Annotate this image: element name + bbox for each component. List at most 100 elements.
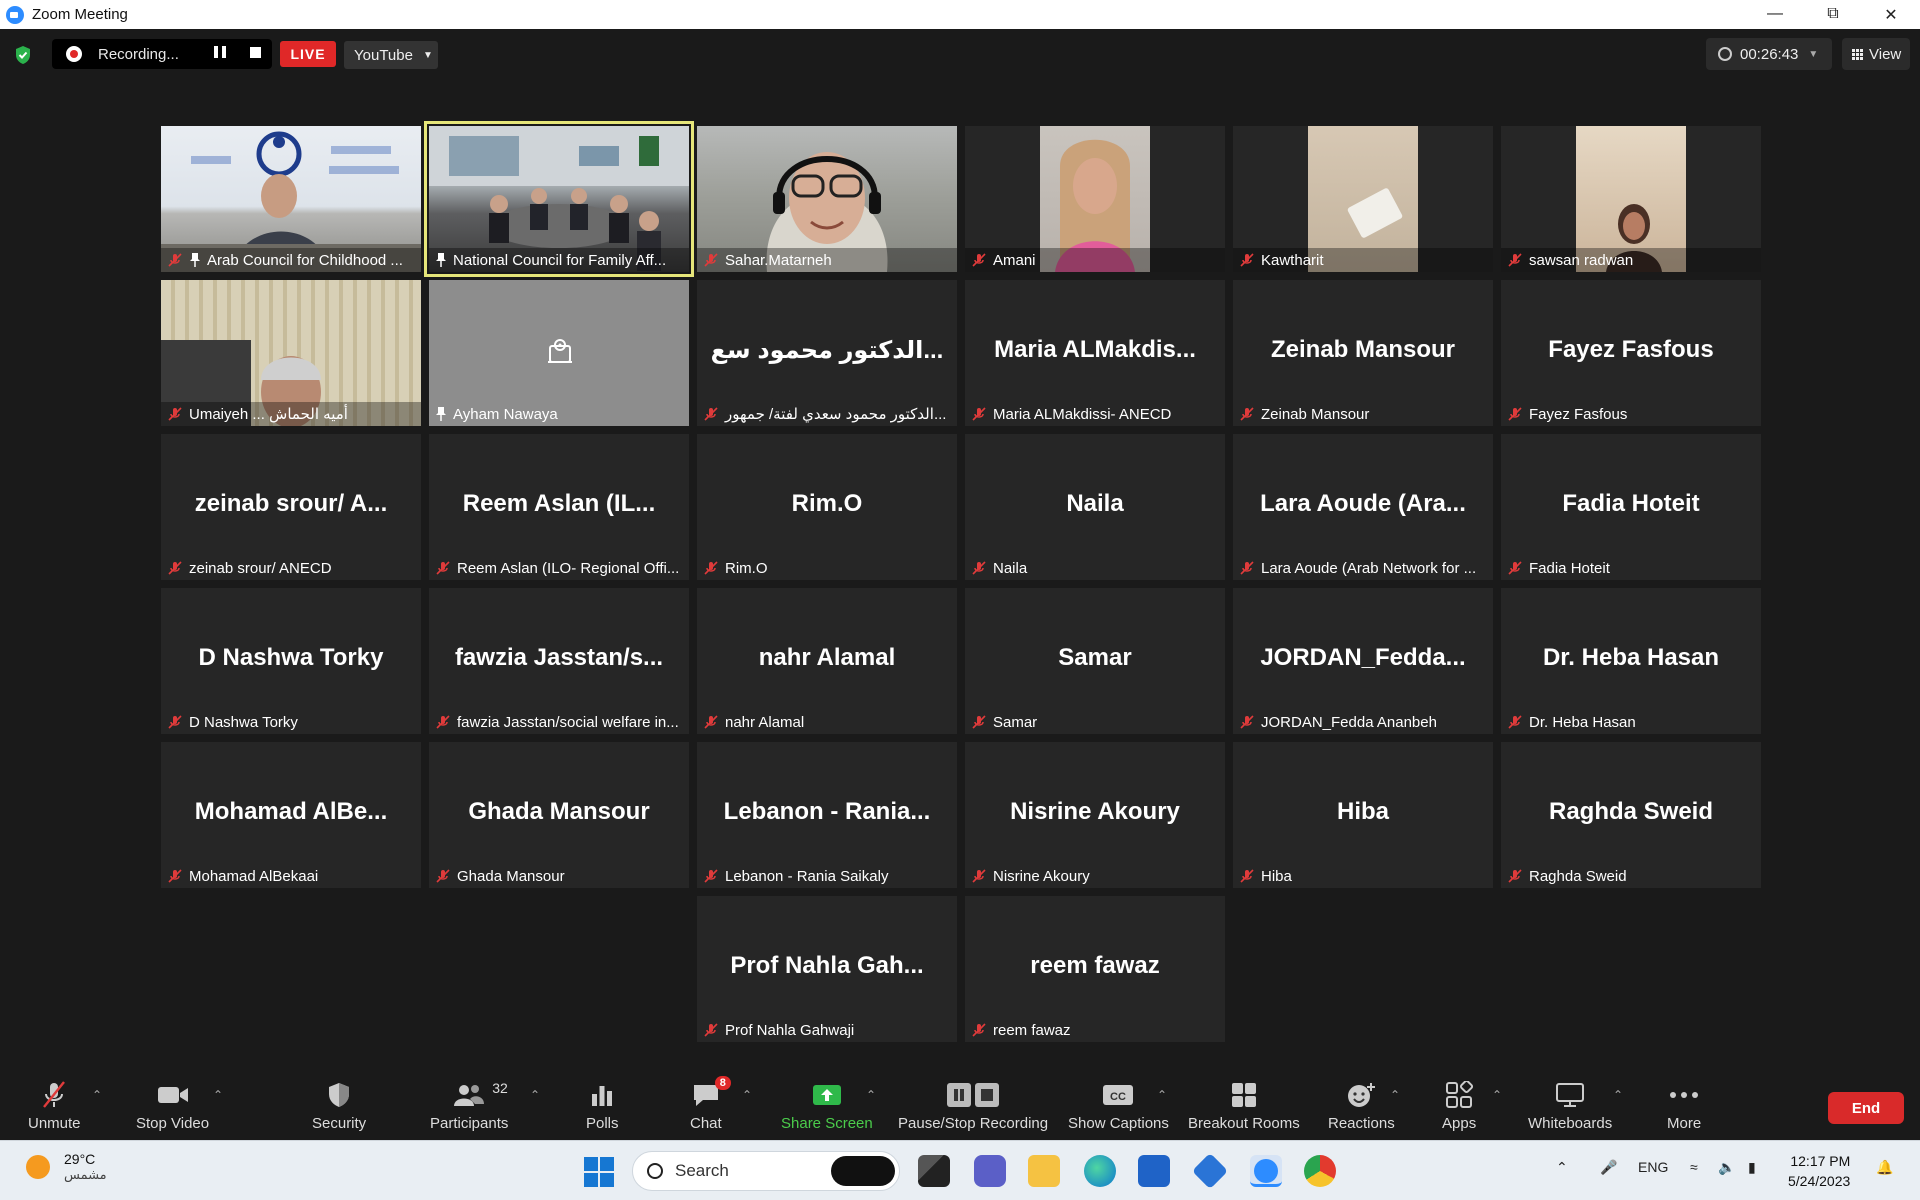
volume-icon[interactable]: 🔈 — [1718, 1159, 1735, 1176]
participant-tile[interactable]: zeinab srour/ A... zeinab srour/ ANECD — [161, 434, 421, 580]
minimize-button[interactable]: — — [1746, 5, 1804, 25]
meeting-timer[interactable]: 00:26:43 ▼ — [1706, 38, 1832, 70]
participant-tile[interactable]: Dr. Heba Hasan Dr. Heba Hasan — [1501, 588, 1761, 734]
wifi-icon[interactable]: ≈ — [1690, 1159, 1698, 1175]
participant-name-label: Reem Aslan (ILO- Regional Offi... — [429, 556, 689, 580]
participant-tile[interactable]: Ayham Nawaya — [429, 280, 689, 426]
participant-tile[interactable]: Reem Aslan (IL... Reem Aslan (ILO- Regio… — [429, 434, 689, 580]
share-screen-button[interactable]: Share Screen — [781, 1080, 873, 1132]
chat-button[interactable]: 8 Chat — [690, 1076, 731, 1132]
taskbar-clock[interactable]: 12:17 PM 5/24/2023 — [1788, 1151, 1850, 1191]
weather-widget[interactable]: 29°C مشمس — [26, 1151, 107, 1183]
participant-tile[interactable]: Arab Council for Childhood ... — [161, 126, 421, 272]
live-badge[interactable]: LIVE — [280, 41, 336, 67]
captions-options-caret-icon[interactable]: ⌃ — [1157, 1088, 1167, 1102]
participant-tile[interactable]: Ghada Mansour Ghada Mansour — [429, 742, 689, 888]
participant-tile[interactable]: Umaiyeh ... أميه الحماش — [161, 280, 421, 426]
participant-tile[interactable]: Lebanon - Rania... Lebanon - Rania Saika… — [697, 742, 957, 888]
share-options-caret-icon[interactable]: ⌃ — [866, 1088, 876, 1102]
participants-label: Participants — [430, 1115, 509, 1132]
participant-display-name: Lara Aoude (Ara... — [1260, 490, 1466, 517]
edge-browser-icon[interactable] — [1084, 1155, 1116, 1187]
participant-tile[interactable]: JORDAN_Fedda... JORDAN_Fedda Ananbeh — [1233, 588, 1493, 734]
clock-icon — [1718, 47, 1732, 61]
participant-tile[interactable]: Fayez Fasfous Fayez Fasfous — [1501, 280, 1761, 426]
file-explorer-icon[interactable] — [1028, 1155, 1060, 1187]
stream-target-dropdown[interactable]: YouTube ▼ — [344, 41, 438, 69]
participants-button[interactable]: 32 Participants — [430, 1080, 508, 1132]
app-cube-icon[interactable] — [1191, 1152, 1229, 1190]
breakout-rooms-button[interactable]: Breakout Rooms — [1188, 1080, 1300, 1132]
view-button[interactable]: View — [1842, 38, 1910, 70]
notifications-icon[interactable]: 🔔 — [1876, 1159, 1893, 1176]
apps-options-caret-icon[interactable]: ⌃ — [1492, 1088, 1502, 1102]
taskbar-search[interactable]: Search — [632, 1151, 900, 1191]
video-options-caret-icon[interactable]: ⌃ — [213, 1088, 223, 1102]
end-meeting-button[interactable]: End — [1828, 1092, 1904, 1124]
participant-tile[interactable]: Prof Nahla Gah... Prof Nahla Gahwaji — [697, 896, 957, 1042]
input-language[interactable]: ENG — [1638, 1159, 1668, 1175]
mic-muted-icon — [972, 407, 986, 421]
participant-tile[interactable]: Hiba Hiba — [1233, 742, 1493, 888]
participant-tile[interactable]: Lara Aoude (Ara... Lara Aoude (Arab Netw… — [1233, 434, 1493, 580]
participant-tile[interactable]: Naila Naila — [965, 434, 1225, 580]
security-button[interactable]: Security — [312, 1080, 366, 1132]
mic-muted-icon — [1508, 253, 1522, 267]
participant-name-label: الدكتور محمود سعدي لفتة/ جمهور... — [697, 402, 957, 426]
teams-chat-icon[interactable] — [974, 1155, 1006, 1187]
reactions-options-caret-icon[interactable]: ⌃ — [1390, 1088, 1400, 1102]
participant-name: Rim.O — [725, 559, 768, 577]
participant-tile[interactable]: Mohamad AlBe... Mohamad AlBekaai — [161, 742, 421, 888]
pin-icon — [436, 253, 446, 267]
participants-options-caret-icon[interactable]: ⌃ — [530, 1088, 540, 1102]
participant-tile[interactable]: Zeinab Mansour Zeinab Mansour — [1233, 280, 1493, 426]
participant-tile[interactable]: Maria ALMakdis... Maria ALMakdissi- ANEC… — [965, 280, 1225, 426]
participant-tile[interactable]: Amani — [965, 126, 1225, 272]
mic-muted-icon — [168, 407, 182, 421]
encryption-shield-icon[interactable] — [14, 45, 32, 65]
whiteboards-button[interactable]: Whiteboards — [1528, 1080, 1612, 1132]
apps-button[interactable]: Apps — [1442, 1080, 1476, 1132]
more-button[interactable]: More — [1667, 1080, 1701, 1132]
microsoft-store-icon[interactable] — [1138, 1155, 1170, 1187]
zoom-app-icon[interactable] — [1250, 1155, 1282, 1187]
tray-overflow-chevron-icon[interactable]: ⌃ — [1556, 1159, 1568, 1176]
participant-tile[interactable]: Sahar.Matarneh — [697, 126, 957, 272]
unmute-button[interactable]: Unmute — [28, 1080, 81, 1132]
stop-recording-button[interactable] — [250, 47, 261, 58]
chrome-browser-icon[interactable] — [1304, 1155, 1336, 1187]
pause-recording-button[interactable] — [214, 46, 226, 58]
battery-icon[interactable]: ▮ — [1748, 1159, 1756, 1176]
participant-tile[interactable]: Samar Samar — [965, 588, 1225, 734]
participant-tile[interactable]: Rim.O Rim.O — [697, 434, 957, 580]
participant-name: reem fawaz — [993, 1021, 1071, 1039]
participant-tile[interactable]: Nisrine Akoury Nisrine Akoury — [965, 742, 1225, 888]
microphone-tray-icon[interactable]: 🎤 — [1600, 1159, 1617, 1176]
mic-muted-icon — [972, 561, 986, 575]
participant-tile[interactable]: Raghda Sweid Raghda Sweid — [1501, 742, 1761, 888]
show-captions-button[interactable]: CC Show Captions — [1068, 1080, 1169, 1132]
restore-button[interactable]: ⧉ — [1804, 5, 1862, 25]
participant-tile-active-speaker[interactable]: National Council for Family Aff... — [424, 121, 694, 277]
windows-start-icon[interactable] — [584, 1157, 614, 1187]
participant-name: sawsan radwan — [1529, 251, 1634, 269]
participant-tile[interactable]: الدكتور محمود سع... الدكتور محمود سعدي ل… — [697, 280, 957, 426]
pause-stop-recording-button[interactable]: Pause/Stop Recording — [898, 1080, 1048, 1132]
task-view-icon[interactable] — [918, 1155, 950, 1187]
participant-tile[interactable]: reem fawaz reem fawaz — [965, 896, 1225, 1042]
participant-tile[interactable]: D Nashwa Torky D Nashwa Torky — [161, 588, 421, 734]
stop-video-button[interactable]: Stop Video — [136, 1080, 209, 1132]
participant-tile[interactable]: fawzia Jasstan/s... fawzia Jasstan/socia… — [429, 588, 689, 734]
participant-tile[interactable]: nahr Alamal nahr Alamal — [697, 588, 957, 734]
participant-display-name: Rim.O — [791, 490, 863, 517]
polls-button[interactable]: Polls — [586, 1080, 619, 1132]
audio-options-caret-icon[interactable]: ⌃ — [92, 1088, 102, 1102]
participant-display-name: Nisrine Akoury — [1010, 798, 1180, 825]
close-button[interactable]: ✕ — [1862, 5, 1920, 25]
chat-options-caret-icon[interactable]: ⌃ — [742, 1088, 752, 1102]
reactions-button[interactable]: Reactions — [1328, 1080, 1395, 1132]
participant-tile[interactable]: Kawtharit — [1233, 126, 1493, 272]
whiteboards-options-caret-icon[interactable]: ⌃ — [1613, 1088, 1623, 1102]
participant-tile[interactable]: Fadia Hoteit Fadia Hoteit — [1501, 434, 1761, 580]
participant-tile[interactable]: sawsan radwan — [1501, 126, 1761, 272]
